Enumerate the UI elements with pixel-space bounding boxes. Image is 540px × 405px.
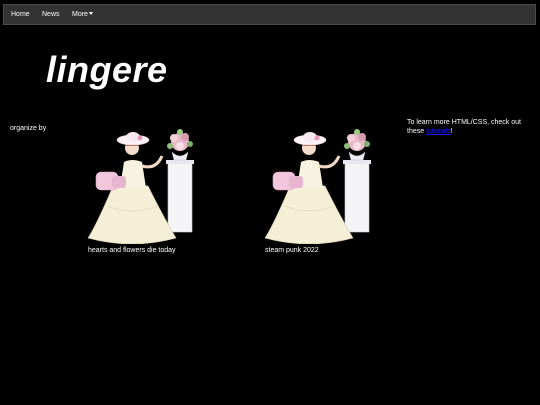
sidebar-text-end: ! (450, 128, 453, 135)
top-navbar: Home News More (3, 4, 536, 25)
gallery-card[interactable]: hearts and flowers die today (86, 126, 206, 255)
caret-down-icon (88, 12, 93, 15)
nav-home-link[interactable]: Home (11, 10, 30, 20)
victorian-lady-image (264, 129, 371, 244)
organize-by-label: organize by (10, 125, 47, 132)
gallery-card[interactable]: steam punk 2022 (263, 126, 383, 255)
page: Home News More lingere organize by To le… (0, 0, 540, 405)
nav-more-dropdown[interactable]: More (72, 10, 93, 20)
site-title: lingere (46, 49, 168, 90)
tutorials-link[interactable]: tutorials (426, 128, 451, 135)
gallery-caption[interactable]: steam punk 2022 (265, 246, 383, 255)
sidebar-info: To learn more HTML/CSS, check out these … (407, 118, 537, 136)
nav-more-label: More (72, 11, 88, 18)
victorian-lady-image (87, 129, 194, 244)
gallery-caption[interactable]: hearts and flowers die today (88, 246, 206, 255)
nav-news-link[interactable]: News (42, 10, 60, 20)
sidebar-text: To learn more HTML/CSS, check out these (407, 119, 521, 135)
